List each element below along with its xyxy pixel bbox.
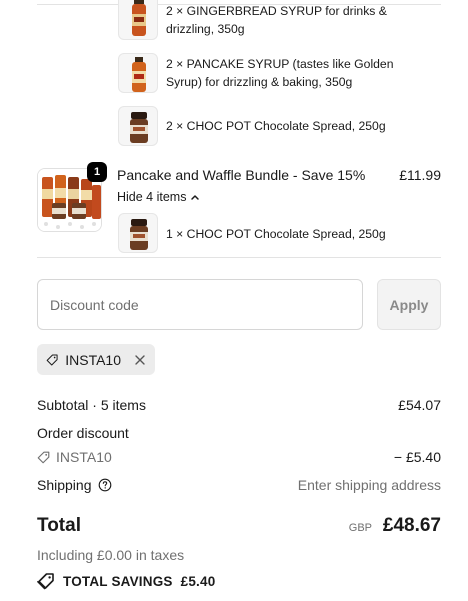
total-savings-label: TOTAL SAVINGS [63, 573, 173, 589]
gingerbread-syrup-thumbnail [118, 0, 158, 40]
remove-discount-button[interactable] [134, 354, 146, 366]
quantity-badge: 1 [87, 162, 107, 182]
pancake-syrup-thumbnail [118, 53, 158, 93]
shipping-value: Enter shipping address [297, 477, 441, 493]
question-circle-icon [98, 478, 111, 492]
bundle-sub-item-label: 1 × CHOC POT Chocolate Spread, 250g [166, 227, 386, 241]
taxes-note: Including £0.00 in taxes [37, 547, 185, 563]
total-savings: TOTAL SAVINGS £5.40 [37, 572, 215, 590]
subtotal-label: Subtotal · 5 items [37, 397, 146, 413]
order-discount-code: INSTA10 [56, 449, 112, 465]
choc-pot-thumbnail [118, 106, 158, 146]
choc-pot-icon [130, 219, 148, 250]
bundle-price: £11.99 [399, 167, 441, 183]
order-discount-code-row: INSTA10 [37, 449, 112, 465]
applied-discount-chip: INSTA10 [37, 344, 155, 375]
bundle-sub-item-label: 2 × CHOC POT Chocolate Spread, 250g [166, 119, 386, 133]
shipping-help-button[interactable] [98, 478, 112, 492]
order-discount-label: Order discount [37, 425, 129, 441]
applied-discount-code: INSTA10 [65, 351, 121, 368]
syrup-bottle-icon [132, 57, 146, 92]
discount-code-input[interactable] [37, 279, 363, 330]
close-icon [135, 354, 145, 365]
order-discount-value: − £5.40 [393, 449, 441, 465]
savings-tag-icon [37, 573, 54, 590]
bundle-sub-item-label: 2 × PANCAKE SYRUP (tastes like Golden Sy… [166, 57, 394, 89]
hide-items-toggle[interactable]: Hide 4 items [117, 190, 200, 204]
syrup-bottle-icon [132, 0, 146, 36]
total-amount: £48.67 [382, 515, 441, 536]
currency-code: GBP [348, 522, 372, 534]
apply-discount-button[interactable]: Apply [377, 279, 441, 330]
shipping-label: Shipping [37, 477, 92, 493]
total-savings-value: £5.40 [180, 573, 216, 589]
bundle-sub-item-label: 2 × GINGERBREAD SYRUP for drinks & drizz… [166, 4, 387, 36]
total-label: Total [37, 515, 81, 536]
chevron-up-icon [191, 195, 200, 200]
items-divider [37, 257, 441, 258]
tag-icon [37, 451, 50, 463]
shipping-row-label: Shipping [37, 477, 112, 493]
choc-pot-icon [130, 112, 148, 143]
subtotal-value: £54.07 [398, 397, 441, 413]
hide-items-label: Hide 4 items [117, 190, 187, 204]
bundle-title: Pancake and Waffle Bundle - Save 15% [117, 167, 366, 183]
choc-pot-thumbnail [118, 213, 158, 253]
tag-icon [46, 354, 58, 365]
